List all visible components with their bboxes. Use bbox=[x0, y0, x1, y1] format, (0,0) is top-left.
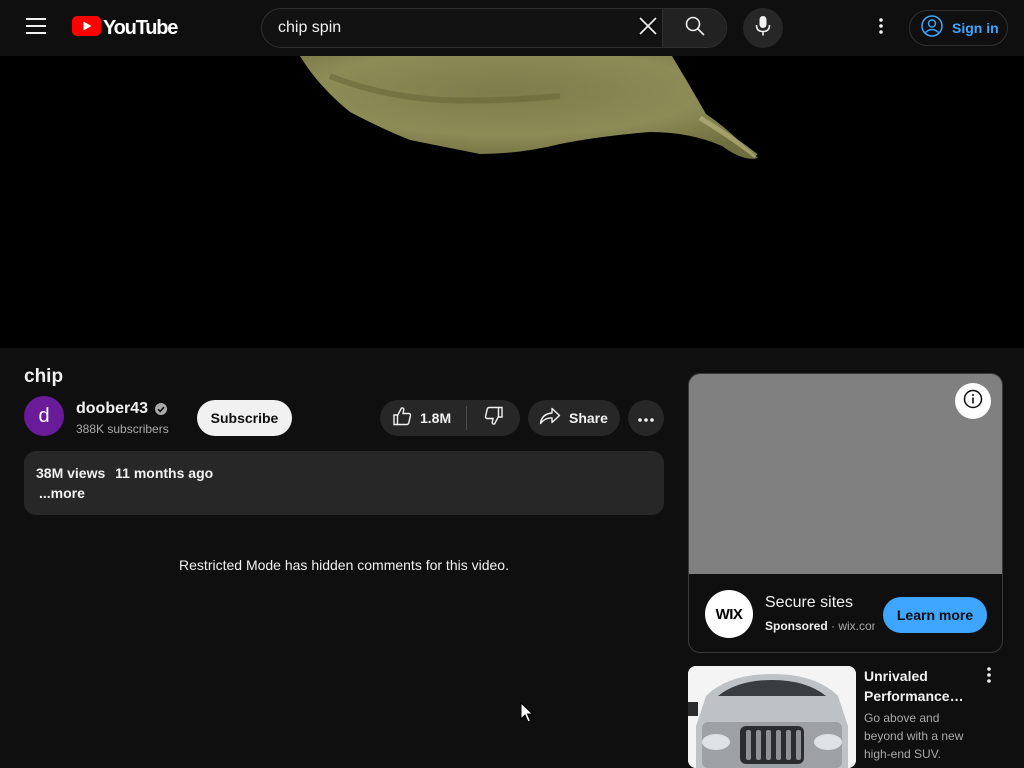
sign-in-label: Sign in bbox=[952, 20, 999, 36]
watch-metadata: chip d doober43 388K subscribers Subscri… bbox=[0, 348, 1024, 768]
ad-domain: wix.com bbox=[838, 619, 875, 633]
advertiser-logo-text: WIX bbox=[715, 605, 743, 623]
voice-search-button[interactable] bbox=[743, 8, 783, 48]
youtube-logo[interactable]: YouTube bbox=[72, 15, 178, 41]
info-icon bbox=[963, 389, 983, 414]
search-input[interactable] bbox=[262, 9, 662, 47]
channel-name-link[interactable]: doober43 bbox=[76, 400, 168, 418]
ad2-thumbnail[interactable] bbox=[688, 666, 856, 768]
view-count: 38M views bbox=[36, 465, 106, 481]
more-actions-button[interactable] bbox=[628, 400, 664, 436]
description-meta: 38M views 11 months ago bbox=[36, 465, 213, 481]
settings-more-button[interactable] bbox=[861, 8, 901, 48]
search-box bbox=[261, 8, 727, 48]
avatar-letter: d bbox=[38, 404, 50, 427]
ad-separator: · bbox=[827, 619, 839, 633]
thumbs-up-icon bbox=[392, 406, 412, 431]
search-button[interactable] bbox=[662, 9, 726, 47]
subscriber-count: 388K subscribers bbox=[76, 422, 169, 436]
description-box[interactable]: 38M views 11 months ago ...more bbox=[24, 451, 664, 515]
ad2-description: Go above and beyond with a new high-end … bbox=[864, 711, 964, 761]
search-icon bbox=[685, 16, 705, 41]
learn-more-label: Learn more bbox=[896, 607, 974, 623]
horizontal-dots-icon bbox=[638, 409, 654, 427]
close-icon bbox=[638, 16, 658, 41]
sponsored-label: Sponsored bbox=[765, 619, 828, 633]
like-dislike-group: 1.8M bbox=[380, 400, 520, 436]
share-button[interactable]: Share bbox=[528, 400, 620, 436]
video-title: chip bbox=[24, 366, 64, 387]
avatar[interactable]: d bbox=[24, 396, 64, 436]
microphone-icon bbox=[755, 15, 771, 42]
subscribe-button[interactable]: Subscribe bbox=[197, 400, 292, 436]
channel-name: doober43 bbox=[76, 400, 149, 417]
ad2-title[interactable]: Unrivaled Performance… bbox=[864, 666, 974, 706]
vertical-dots-icon bbox=[987, 666, 991, 688]
learn-more-button[interactable]: Learn more bbox=[883, 597, 987, 633]
masthead: YouTube Sign in bbox=[0, 0, 1024, 56]
ad-meta: Sponsored · wix.com bbox=[765, 619, 875, 633]
mouse-cursor-icon bbox=[520, 701, 534, 729]
share-label: Share bbox=[569, 410, 608, 426]
description-more-link[interactable]: ...more bbox=[39, 485, 85, 501]
logo-wordmark: YouTube bbox=[103, 16, 178, 39]
comments-restricted-notice: Restricted Mode has hidden comments for … bbox=[179, 557, 509, 573]
dislike-button[interactable] bbox=[467, 400, 520, 436]
sponsored-ad-card[interactable]: WIX Secure sites Sponsored · wix.com Lea… bbox=[688, 373, 1003, 653]
thumbs-down-icon bbox=[484, 406, 504, 431]
video-player[interactable] bbox=[0, 56, 1024, 348]
like-count: 1.8M bbox=[420, 410, 452, 426]
vertical-dots-icon bbox=[879, 17, 883, 39]
subscribe-label: Subscribe bbox=[210, 410, 279, 426]
account-circle-icon bbox=[921, 14, 943, 42]
menu-button[interactable] bbox=[16, 8, 56, 48]
chip-video-frame bbox=[300, 56, 758, 159]
share-arrow-icon bbox=[539, 407, 561, 430]
advertiser-logo[interactable]: WIX bbox=[705, 590, 753, 638]
sign-in-button[interactable]: Sign in bbox=[909, 10, 1008, 46]
ad-title[interactable]: Secure sites bbox=[765, 594, 853, 612]
verified-badge-icon bbox=[154, 402, 168, 416]
suv-image bbox=[688, 666, 856, 768]
like-button[interactable]: 1.8M bbox=[380, 400, 466, 436]
youtube-play-icon bbox=[72, 15, 101, 41]
upload-age: 11 months ago bbox=[115, 465, 214, 481]
ad-info-button[interactable] bbox=[955, 383, 991, 419]
hamburger-menu-icon bbox=[26, 17, 46, 39]
ad2-menu-button[interactable] bbox=[976, 664, 1002, 690]
